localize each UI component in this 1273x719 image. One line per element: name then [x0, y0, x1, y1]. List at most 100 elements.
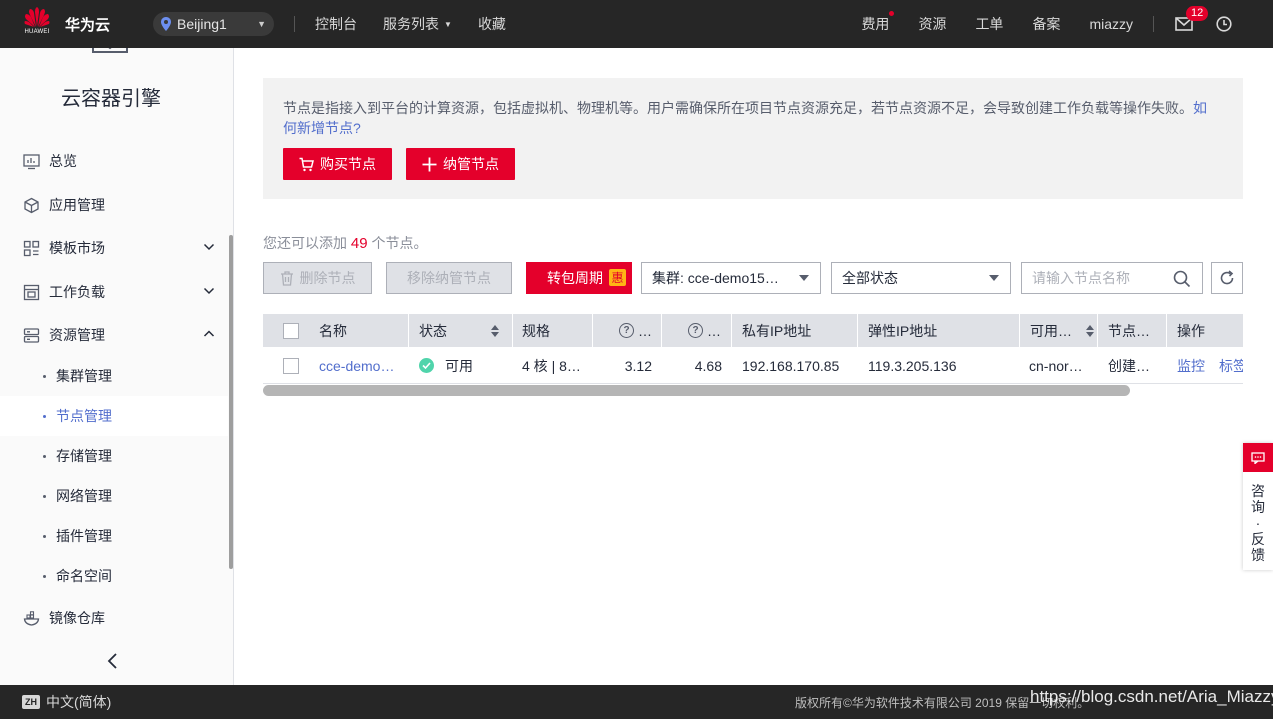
divider	[1153, 16, 1154, 32]
bullet-dot	[43, 374, 46, 378]
bullet-dot	[43, 414, 46, 418]
container-icon	[23, 610, 40, 626]
bullet-dot	[43, 534, 46, 538]
buy-node-label: 购买节点	[320, 156, 376, 172]
column-header-col5[interactable]: ?…	[688, 314, 724, 347]
trash-icon	[280, 270, 293, 286]
column-header-node-status[interactable]: 节点…	[1108, 314, 1168, 347]
nav-service-list[interactable]: 服务列表 ▼	[383, 14, 452, 34]
column-header-az[interactable]: 可用…	[1030, 314, 1100, 347]
node-status-cell: 可用	[419, 347, 509, 384]
sidebar-subitem-network[interactable]: 网络管理	[0, 476, 228, 516]
brand-name: 华为云	[65, 16, 111, 34]
table-horizontal-scrollbar[interactable]	[263, 385, 1130, 396]
sidebar-subitem-nodes[interactable]: 节点管理	[0, 396, 228, 436]
sidebar-subitem-clusters[interactable]: 集群管理	[0, 356, 228, 396]
column-header-status[interactable]: 状态	[419, 314, 511, 347]
remove-managed-node-button[interactable]: 移除纳管节点	[386, 262, 512, 294]
node-spec-cell: 4 核 | 8…	[522, 357, 581, 374]
status-filter-select[interactable]: 全部状态	[831, 262, 1011, 294]
nav-billing[interactable]: 费用	[861, 11, 895, 34]
row-select-cell	[283, 347, 301, 384]
sidebar-subitem-storage[interactable]: 存储管理	[0, 436, 228, 476]
column-header-eip[interactable]: 弹性IP地址	[868, 314, 1008, 347]
info-notice-panel: 节点是指接入到平台的计算资源，包括虚拟机、物理机等。用户需确保所在项目节点资源充…	[263, 78, 1243, 199]
column-header-name[interactable]: 名称	[319, 314, 407, 347]
search-icon[interactable]	[1173, 270, 1191, 288]
private-ip-cell: 192.168.170.85	[742, 357, 840, 374]
bullet-dot	[43, 454, 46, 458]
sidebar-item-template-market[interactable]: 模板市场	[0, 228, 228, 268]
nav-console[interactable]: 控制台	[315, 14, 357, 34]
node-col4-cell: 3.12	[624, 357, 652, 374]
cce-service-icon	[92, 48, 128, 53]
help-icon[interactable]: ?	[619, 323, 634, 338]
status-filter-value: 全部状态	[842, 270, 898, 286]
divider	[294, 16, 296, 32]
column-divider	[661, 314, 662, 347]
language-selector[interactable]: 中文(简体)	[46, 692, 111, 712]
column-header-spec[interactable]: 规格	[522, 314, 592, 347]
refresh-button[interactable]	[1211, 262, 1243, 294]
monitor-link[interactable]: 监控	[1177, 356, 1205, 376]
nav-favorites[interactable]: 收藏	[478, 14, 506, 34]
column-divider	[512, 314, 513, 347]
chevron-down-icon	[203, 287, 215, 295]
bullet-dot	[43, 494, 46, 498]
convert-to-yearly-monthly-button[interactable]: 转包周期 惠	[526, 262, 632, 294]
sidebar-subitem-label: 存储管理	[56, 448, 112, 464]
manage-node-button[interactable]: 纳管节点	[406, 148, 515, 180]
buy-node-button[interactable]: 购买节点	[283, 148, 392, 180]
node-quota-text: 您还可以添加 49 个节点。	[263, 233, 427, 253]
sidebar-subitem-label: 集群管理	[56, 368, 112, 384]
select-all-checkbox[interactable]	[283, 322, 299, 339]
cube-icon	[24, 197, 39, 213]
nav-billing-label: 费用	[861, 16, 890, 32]
row-checkbox[interactable]	[283, 357, 299, 374]
feedback-char: 询	[1251, 499, 1265, 515]
nav-icp-filing[interactable]: 备案	[1032, 14, 1060, 34]
sidebar-item-workloads[interactable]: 工作负载	[0, 272, 228, 312]
column-header-col4-label: …	[638, 322, 652, 339]
clock-icon[interactable]	[1216, 16, 1232, 32]
shopping-cart-icon	[299, 157, 314, 171]
cluster-select[interactable]: 集群: cce-demo15…	[641, 262, 821, 294]
caret-down-icon	[799, 275, 809, 281]
column-header-actions: 操作	[1177, 322, 1205, 339]
tags-link[interactable]: 标签	[1219, 356, 1243, 376]
region-label: Beijing1	[177, 16, 227, 32]
manage-node-label: 纳管节点	[443, 156, 499, 172]
nav-tickets[interactable]: 工单	[975, 14, 1003, 34]
caret-down-icon	[989, 275, 999, 281]
sidebar-subitem-namespaces[interactable]: 命名空间	[0, 556, 228, 596]
sidebar-item-resource-management[interactable]: 资源管理	[0, 315, 228, 355]
nav-resources[interactable]: 资源	[918, 14, 946, 34]
service-title: 云容器引擎	[61, 88, 161, 110]
region-selector[interactable]: Beijing1 ▼	[153, 12, 275, 36]
column-header-private-ip[interactable]: 私有IP地址	[742, 314, 852, 347]
help-icon[interactable]: ?	[688, 323, 703, 338]
column-divider	[1166, 314, 1167, 347]
quota-prefix: 您还可以添加	[263, 235, 347, 251]
sidebar-item-image-repository[interactable]: 镜像仓库	[0, 598, 228, 638]
user-account-menu[interactable]: miazzy	[1089, 16, 1133, 32]
delete-node-button[interactable]: 删除节点	[263, 262, 372, 294]
delete-node-label: 删除节点	[299, 270, 356, 286]
chevron-left-icon[interactable]	[105, 652, 121, 670]
sidebar-item-overview[interactable]: 总览	[0, 141, 228, 181]
sidebar-item-app-management[interactable]: 应用管理	[0, 185, 228, 225]
check-circle-icon	[419, 358, 434, 373]
sidebar-subitem-addons[interactable]: 插件管理	[0, 516, 228, 556]
consult-feedback-widget[interactable]: 咨 询 · 反 馈	[1243, 443, 1273, 570]
sidebar-scrollbar[interactable]	[229, 235, 233, 569]
messages-button[interactable]: 12	[1175, 6, 1209, 31]
node-name-link[interactable]: cce-demo…	[319, 347, 405, 384]
column-divider	[857, 314, 858, 347]
node-search-input[interactable]	[1022, 263, 1162, 293]
column-header-col4[interactable]: ?…	[619, 314, 655, 347]
feedback-char: ·	[1255, 515, 1261, 531]
sort-icon[interactable]	[1086, 324, 1094, 338]
sort-icon[interactable]	[491, 324, 499, 338]
watermark-url: https://blog.csdn.net/Aria_Miazzy	[1030, 687, 1273, 706]
huawei-cloud-logo[interactable]: HUAWEI 华为云	[23, 6, 110, 42]
